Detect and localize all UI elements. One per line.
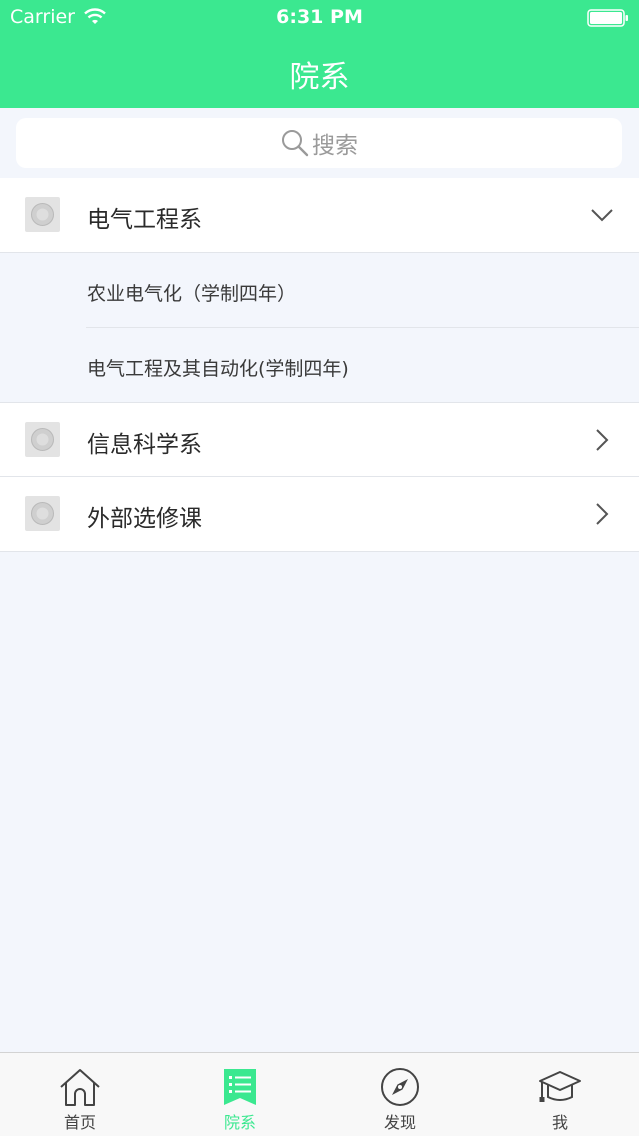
- header: Carrier 6:31 PM 院系: [0, 0, 639, 108]
- major-row-agricultural-electrification[interactable]: 农业电气化（学制四年）: [0, 253, 639, 328]
- clock: 6:31 PM: [276, 6, 363, 28]
- tab-discover[interactable]: 发现: [320, 1053, 480, 1136]
- tab-label: 我: [551, 1113, 568, 1132]
- tab-bar: 首页 院系 发现 我: [0, 1052, 639, 1136]
- compass-icon: [381, 1068, 419, 1106]
- search-input[interactable]: 搜索: [16, 118, 622, 168]
- chevron-right-icon: [596, 503, 609, 525]
- tab-departments[interactable]: 院系: [160, 1053, 320, 1136]
- school-logo-icon: [25, 496, 60, 531]
- chevron-down-icon: [591, 209, 613, 222]
- tab-home[interactable]: 首页: [0, 1053, 160, 1136]
- major-label: 农业电气化（学制四年）: [87, 283, 297, 305]
- search-placeholder: 搜索: [312, 133, 358, 159]
- tab-me[interactable]: 我: [480, 1053, 639, 1136]
- department-row-electrical[interactable]: 电气工程系: [0, 178, 639, 253]
- major-label: 电气工程及其自动化(学制四年): [87, 358, 349, 380]
- school-logo-icon: [25, 197, 60, 232]
- department-row-external-electives[interactable]: 外部选修课: [0, 477, 639, 552]
- app-screen: Carrier 6:31 PM 院系 搜索 电气工程系 农业电气化（学制四年） …: [0, 0, 639, 1136]
- battery-icon: [587, 9, 628, 27]
- school-logo-icon: [25, 422, 60, 457]
- department-label: 信息科学系: [87, 432, 202, 458]
- major-row-electrical-automation[interactable]: 电气工程及其自动化(学制四年): [0, 328, 639, 403]
- department-row-information-science[interactable]: 信息科学系: [0, 402, 639, 477]
- search-area: 搜索: [0, 108, 639, 178]
- department-label: 外部选修课: [87, 506, 202, 532]
- tab-label: 首页: [63, 1113, 96, 1132]
- tab-label: 院系: [223, 1113, 256, 1132]
- page-title: 院系: [289, 60, 350, 95]
- search-icon: [282, 130, 309, 157]
- status-bar: Carrier 6:31 PM: [0, 0, 639, 36]
- chevron-right-icon: [596, 429, 609, 451]
- list-icon: [224, 1069, 256, 1105]
- graduation-cap-icon: [539, 1071, 581, 1102]
- department-label: 电气工程系: [87, 207, 202, 233]
- home-icon: [60, 1069, 100, 1106]
- tab-label: 发现: [383, 1113, 416, 1132]
